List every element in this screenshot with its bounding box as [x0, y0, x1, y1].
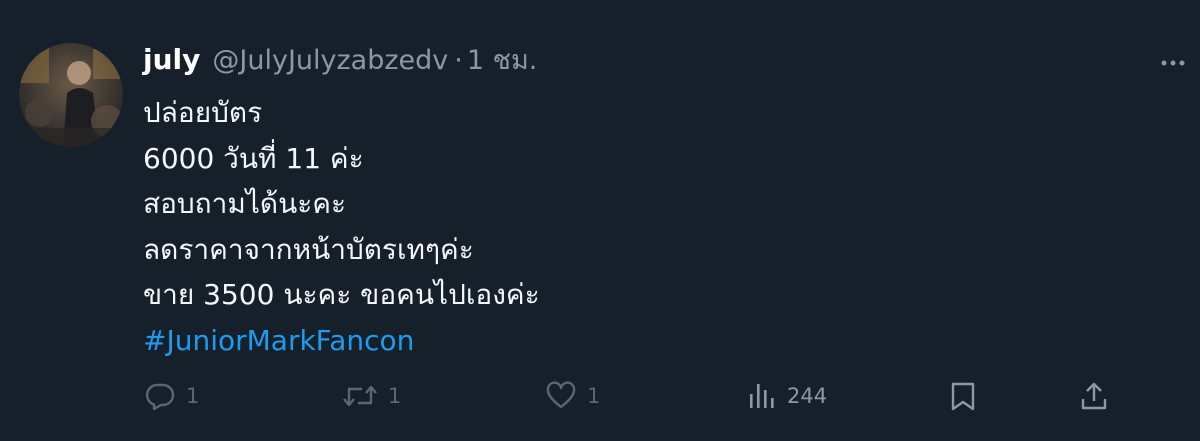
bookmark-button[interactable] — [948, 374, 978, 418]
retweet-icon — [342, 380, 378, 412]
action-bar: 1 1 1 244 — [0, 374, 1200, 418]
like-button[interactable]: 1 — [545, 374, 600, 418]
author-display-name[interactable]: july — [143, 43, 200, 76]
views-chart-icon — [747, 380, 777, 412]
view-count: 244 — [787, 384, 828, 408]
reply-icon — [144, 380, 176, 412]
heart-icon — [545, 380, 577, 412]
tweet-line: ปล่อยบัตร — [143, 96, 263, 129]
avatar[interactable] — [19, 43, 123, 147]
tweet-text: ปล่อยบัตร 6000 วันที่ 11 ค่ะ สอบถามได้นะ… — [143, 90, 540, 363]
tweet-line: ลดราคาจากหน้าบัตรเทๆค่ะ — [143, 232, 474, 266]
reply-count: 1 — [186, 384, 200, 408]
tweet[interactable]: july @JulyJulyzabzedv · 1 ชม. ปล่อยบัตร … — [0, 0, 1200, 441]
tweet-line: ขาย 3500 นะคะ ขอคนไปเองค่ะ — [143, 278, 540, 311]
share-button[interactable] — [1078, 374, 1110, 418]
more-dots-icon[interactable] — [1160, 50, 1186, 76]
hashtag-link[interactable]: #JuniorMarkFancon — [143, 318, 540, 364]
like-count: 1 — [587, 384, 601, 408]
avatar-photo — [19, 43, 123, 147]
tweet-line: สอบถามได้นะคะ — [143, 187, 347, 220]
views-button[interactable]: 244 — [747, 374, 827, 418]
retweet-button[interactable]: 1 — [342, 374, 401, 418]
share-icon — [1078, 380, 1110, 412]
tweet-header: july @JulyJulyzabzedv · 1 ชม. — [143, 38, 537, 82]
tweet-line: 6000 วันที่ 11 ค่ะ — [143, 141, 364, 175]
retweet-count: 1 — [388, 384, 402, 408]
reply-button[interactable]: 1 — [144, 374, 199, 418]
separator-dot: · — [454, 45, 463, 76]
author-handle[interactable]: @JulyJulyzabzedv — [212, 45, 448, 76]
timestamp[interactable]: 1 ชม. — [467, 38, 537, 81]
bookmark-icon — [948, 380, 978, 412]
